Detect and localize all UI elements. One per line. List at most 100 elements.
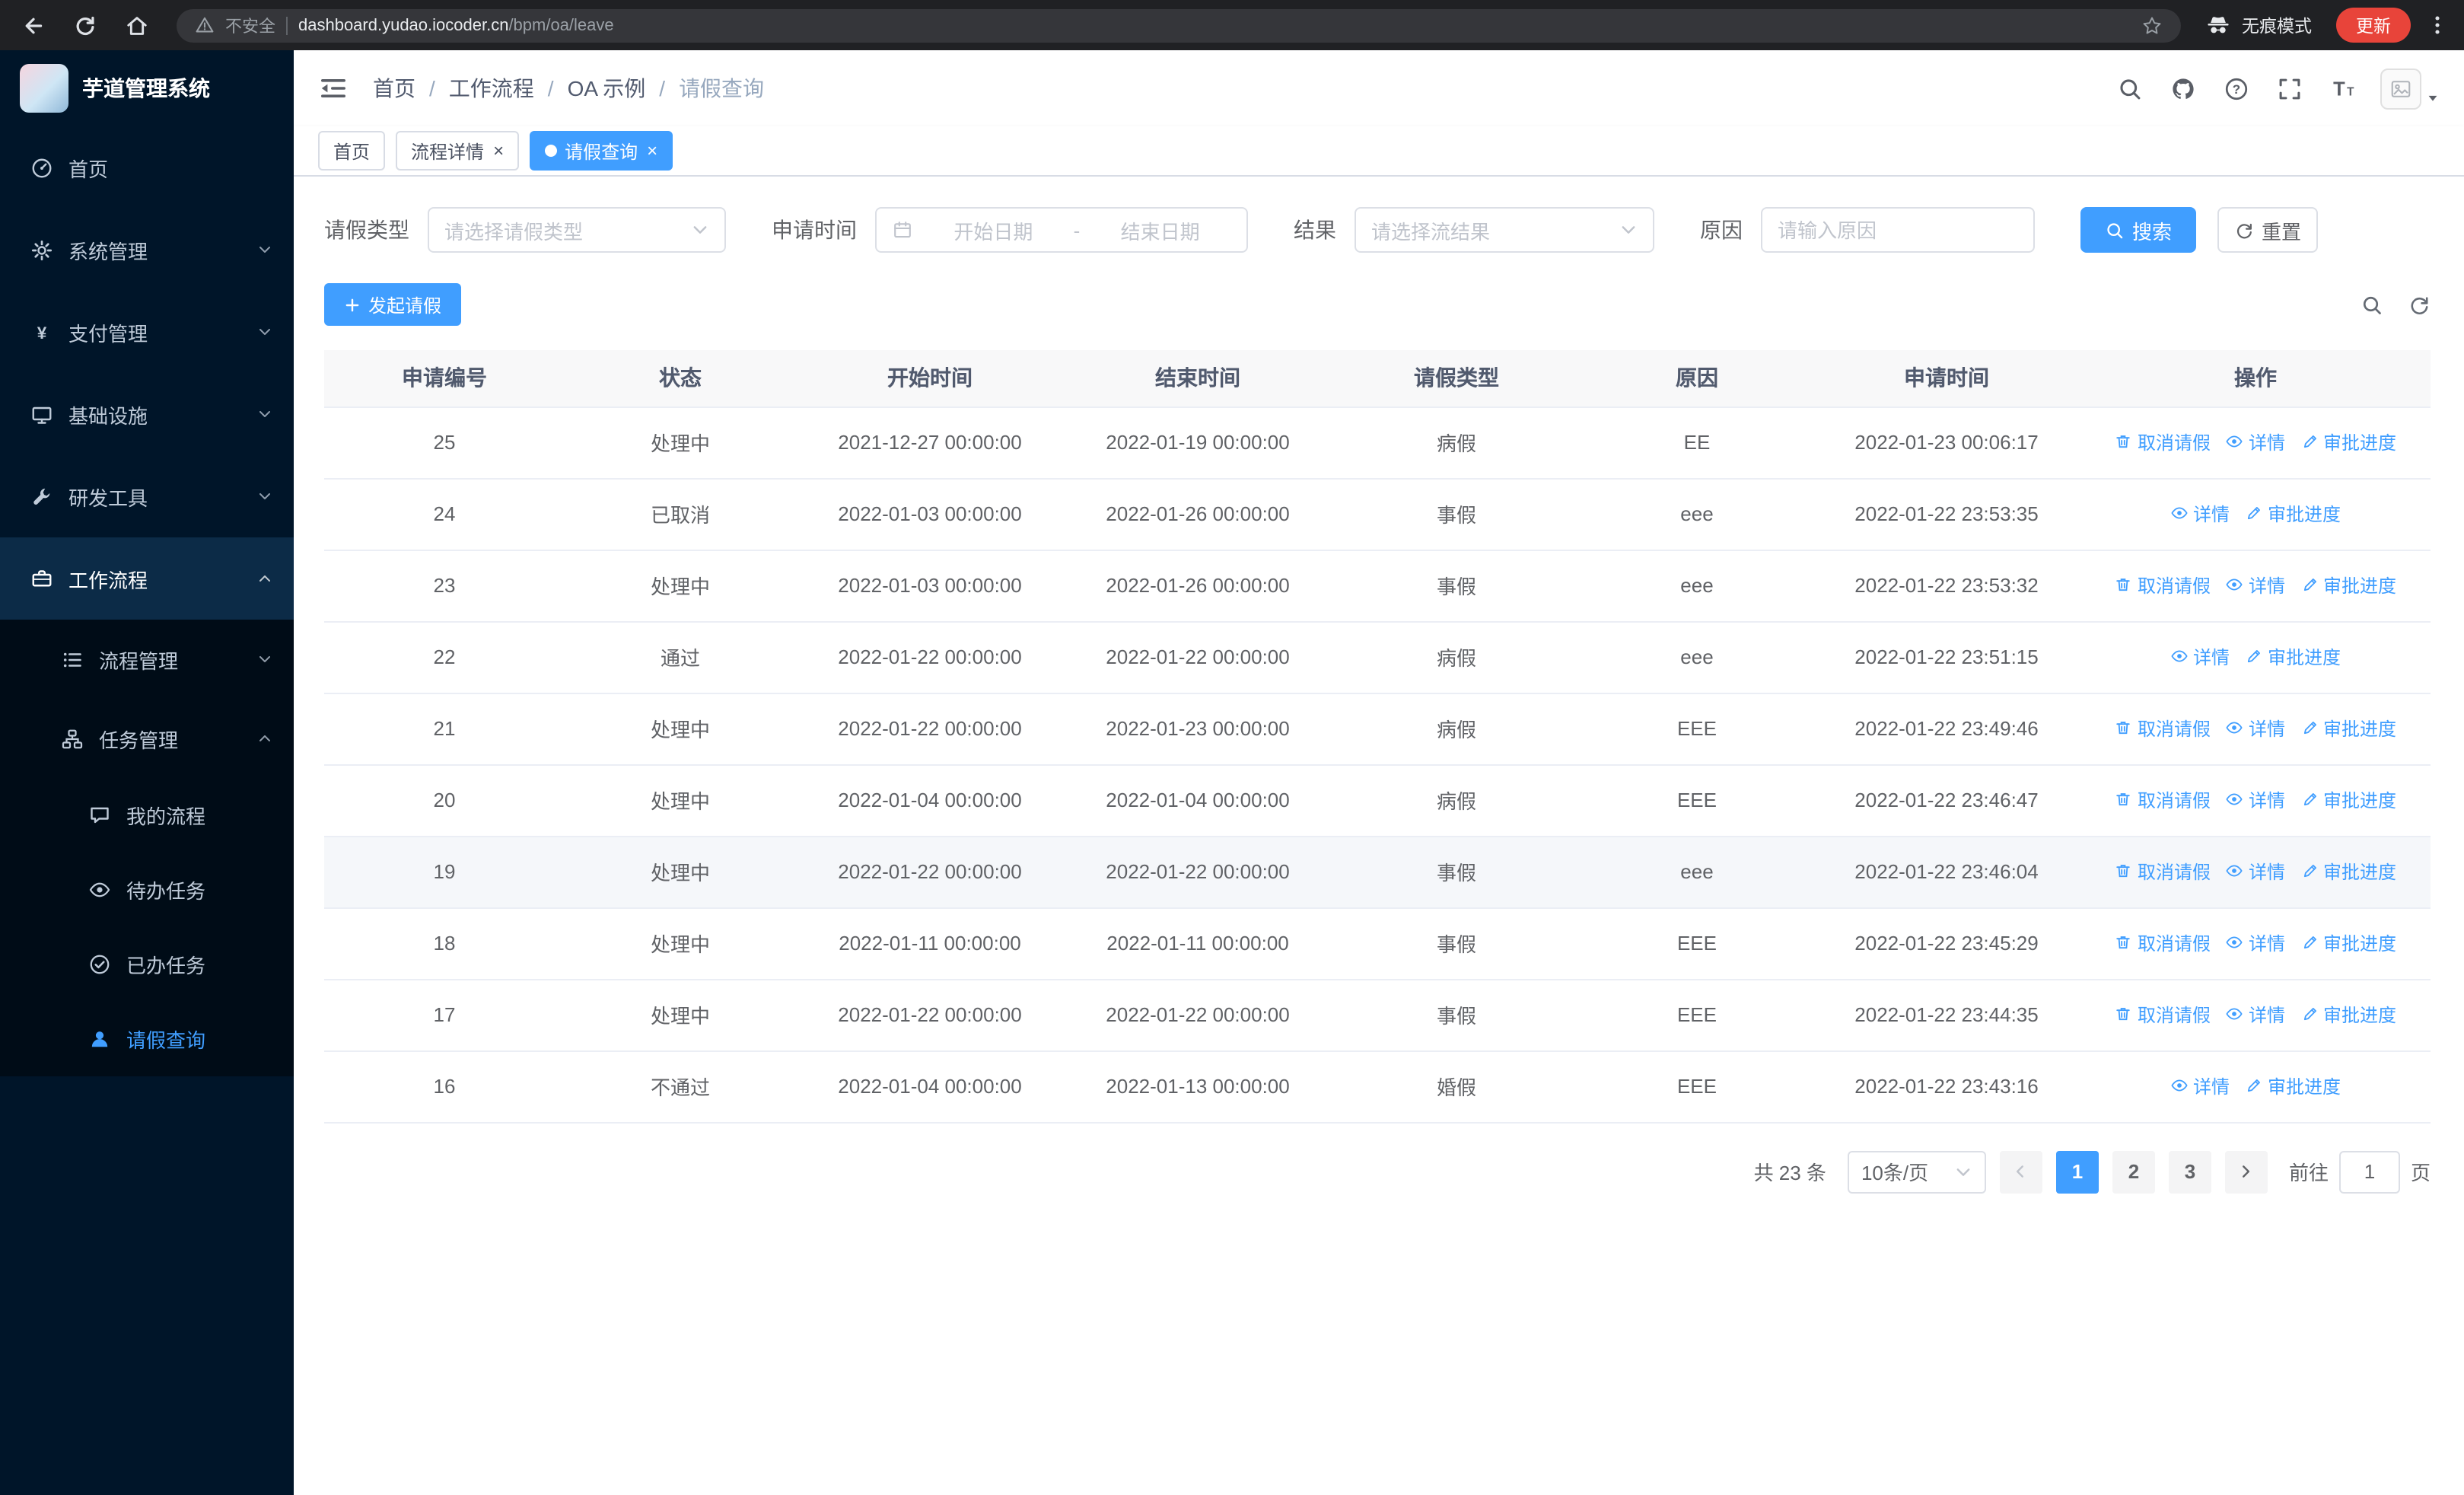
svg-text:¥: ¥ bbox=[37, 323, 47, 342]
home-button[interactable] bbox=[119, 7, 155, 43]
cancel-leave-link[interactable]: 取消请假 bbox=[2115, 930, 2211, 956]
tab-close-icon[interactable]: × bbox=[647, 142, 657, 160]
cell-apply-time: 2022-01-22 23:46:47 bbox=[1813, 764, 2080, 837]
approval-progress-link[interactable]: 审批进度 bbox=[2300, 787, 2396, 813]
sidebar-item-workflow[interactable]: 工作流程 bbox=[0, 537, 294, 620]
cell-actions: 详情 审批进度 bbox=[2080, 1050, 2431, 1123]
sidebar-item-done-task[interactable]: 已办任务 bbox=[0, 927, 294, 1002]
sidebar-item-system[interactable]: 系统管理 bbox=[0, 209, 294, 291]
bookmark-star-icon[interactable] bbox=[2141, 14, 2163, 36]
breadcrumb-item[interactable]: 工作流程 bbox=[449, 73, 534, 104]
approval-progress-link[interactable]: 审批进度 bbox=[2300, 572, 2396, 598]
table-row[interactable]: 19 处理中 2022-01-22 00:00:00 2022-01-22 00:00… bbox=[324, 836, 2431, 908]
cancel-leave-link[interactable]: 取消请假 bbox=[2115, 429, 2211, 455]
detail-link[interactable]: 详情 bbox=[2226, 572, 2285, 598]
detail-link[interactable]: 详情 bbox=[2226, 859, 2285, 885]
breadcrumb-item[interactable]: OA 示例 bbox=[568, 73, 646, 104]
tab-home[interactable]: 首页 bbox=[318, 131, 386, 171]
back-button[interactable] bbox=[15, 7, 52, 43]
toolbar-search-button[interactable] bbox=[2361, 293, 2383, 316]
font-size-button[interactable]: TT bbox=[2330, 75, 2356, 101]
reload-button[interactable] bbox=[67, 7, 103, 43]
next-page-button[interactable] bbox=[2224, 1150, 2268, 1193]
table-row[interactable]: 23 处理中 2022-01-03 00:00:00 2022-01-26 00:00… bbox=[324, 550, 2431, 622]
cell-leave-type: 事假 bbox=[1332, 836, 1581, 908]
sidebar-item-label: 流程管理 bbox=[99, 649, 179, 672]
sidebar-item-leave-query[interactable]: 请假查询 bbox=[0, 1002, 294, 1076]
approval-progress-link[interactable]: 审批进度 bbox=[2245, 501, 2341, 527]
tab-process-detail[interactable]: 流程详情 × bbox=[396, 131, 520, 171]
table-row[interactable]: 18 处理中 2022-01-11 00:00:00 2022-01-11 00:00… bbox=[324, 907, 2431, 980]
search-button[interactable]: 搜索 bbox=[2080, 207, 2196, 253]
detail-link[interactable]: 详情 bbox=[2226, 1002, 2285, 1028]
fullscreen-button[interactable] bbox=[2277, 75, 2303, 101]
header-icon-buttons: ? T T bbox=[2117, 75, 2356, 101]
table-row[interactable]: 21 处理中 2022-01-22 00:00:00 2022-01-23 00:00… bbox=[324, 693, 2431, 765]
apply-time-range-picker[interactable]: 开始日期 - 结束日期 bbox=[875, 207, 1248, 253]
table-row[interactable]: 20 处理中 2022-01-04 00:00:00 2022-01-04 00:00… bbox=[324, 764, 2431, 837]
sidebar-item-task-mgmt[interactable]: 任务管理 bbox=[0, 699, 294, 778]
detail-link[interactable]: 详情 bbox=[2170, 644, 2230, 670]
detail-link[interactable]: 详情 bbox=[2170, 501, 2230, 527]
search-button[interactable] bbox=[2117, 75, 2143, 101]
cancel-leave-link[interactable]: 取消请假 bbox=[2115, 572, 2211, 598]
help-button[interactable]: ? bbox=[2224, 75, 2249, 101]
cancel-leave-link[interactable]: 取消请假 bbox=[2115, 1002, 2211, 1028]
sidebar-item-home[interactable]: 首页 bbox=[0, 126, 294, 209]
goto-page-input[interactable]: 1 bbox=[2338, 1150, 2400, 1193]
detail-link[interactable]: 详情 bbox=[2170, 1073, 2230, 1099]
breadcrumb-separator: / bbox=[547, 76, 554, 100]
breadcrumb-item[interactable]: 首页 bbox=[373, 73, 415, 104]
tab-close-icon[interactable]: × bbox=[493, 142, 504, 160]
table-row[interactable]: 24 已取消 2022-01-03 00:00:00 2022-01-26 00:00… bbox=[324, 478, 2431, 550]
detail-link[interactable]: 详情 bbox=[2226, 930, 2285, 956]
leave-type-select[interactable]: 请选择请假类型 bbox=[428, 207, 726, 253]
page-size-select[interactable]: 10条/页 bbox=[1847, 1150, 1986, 1193]
cell-leave-type: 病假 bbox=[1332, 693, 1581, 765]
result-select[interactable]: 请选择流结果 bbox=[1355, 207, 1654, 253]
sidebar-item-todo-task[interactable]: 待办任务 bbox=[0, 853, 294, 927]
detail-link[interactable]: 详情 bbox=[2226, 429, 2285, 455]
app-logo[interactable]: 芋道管理系统 bbox=[0, 50, 294, 126]
browser-menu-icon[interactable] bbox=[2426, 14, 2449, 37]
sidebar-item-pay[interactable]: ¥ 支付管理 bbox=[0, 291, 294, 373]
create-leave-button[interactable]: 发起请假 bbox=[324, 283, 462, 326]
sidebar-item-my-process[interactable]: 我的流程 bbox=[0, 778, 294, 853]
sidebar-collapse-icon[interactable] bbox=[318, 73, 349, 104]
cancel-leave-link[interactable]: 取消请假 bbox=[2115, 859, 2211, 885]
page-button-3[interactable]: 3 bbox=[2168, 1150, 2211, 1193]
toolbar-refresh-button[interactable] bbox=[2408, 293, 2431, 316]
sidebar-item-process-mgmt[interactable]: 流程管理 bbox=[0, 620, 294, 699]
detail-link[interactable]: 详情 bbox=[2226, 716, 2285, 741]
cell-apply-time: 2022-01-22 23:49:46 bbox=[1813, 693, 2080, 765]
approval-progress-link[interactable]: 审批进度 bbox=[2300, 429, 2396, 455]
page-button-1[interactable]: 1 bbox=[2055, 1150, 2099, 1193]
reason-input[interactable] bbox=[1761, 207, 2035, 253]
delete-icon bbox=[2115, 433, 2133, 451]
cancel-leave-link[interactable]: 取消请假 bbox=[2115, 787, 2211, 813]
approval-progress-link[interactable]: 审批进度 bbox=[2300, 859, 2396, 885]
delete-icon bbox=[2115, 1006, 2133, 1024]
table-row[interactable]: 22 通过 2022-01-22 00:00:00 2022-01-22 00:00:… bbox=[324, 621, 2431, 693]
sidebar-item-label: 请假查询 bbox=[126, 1029, 206, 1052]
tab-leave-query[interactable]: 请假查询 × bbox=[530, 131, 673, 171]
cancel-leave-link[interactable]: 取消请假 bbox=[2115, 716, 2211, 741]
prev-page-button[interactable] bbox=[1999, 1150, 2042, 1193]
address-bar[interactable]: 不安全 dashboard.yudao.iocoder.cn/bpm/oa/le… bbox=[177, 8, 2181, 42]
table-row[interactable]: 17 处理中 2022-01-22 00:00:00 2022-01-22 00:00… bbox=[324, 979, 2431, 1051]
approval-progress-link[interactable]: 审批进度 bbox=[2300, 930, 2396, 956]
github-button[interactable] bbox=[2170, 75, 2196, 101]
detail-link[interactable]: 详情 bbox=[2226, 787, 2285, 813]
sidebar-item-devtools[interactable]: 研发工具 bbox=[0, 455, 294, 537]
approval-progress-link[interactable]: 审批进度 bbox=[2245, 1073, 2341, 1099]
table-row[interactable]: 25 处理中 2021-12-27 00:00:00 2022-01-19 00:00… bbox=[324, 406, 2431, 479]
approval-progress-link[interactable]: 审批进度 bbox=[2245, 644, 2341, 670]
reset-button[interactable]: 重置 bbox=[2217, 207, 2318, 253]
update-button[interactable]: 更新 bbox=[2336, 8, 2411, 43]
user-avatar[interactable] bbox=[2380, 68, 2440, 109]
page-button-2[interactable]: 2 bbox=[2112, 1150, 2155, 1193]
approval-progress-link[interactable]: 审批进度 bbox=[2300, 716, 2396, 741]
table-row[interactable]: 16 不通过 2022-01-04 00:00:00 2022-01-13 00:00… bbox=[324, 1050, 2431, 1123]
sidebar-item-infra[interactable]: 基础设施 bbox=[0, 373, 294, 455]
approval-progress-link[interactable]: 审批进度 bbox=[2300, 1002, 2396, 1028]
